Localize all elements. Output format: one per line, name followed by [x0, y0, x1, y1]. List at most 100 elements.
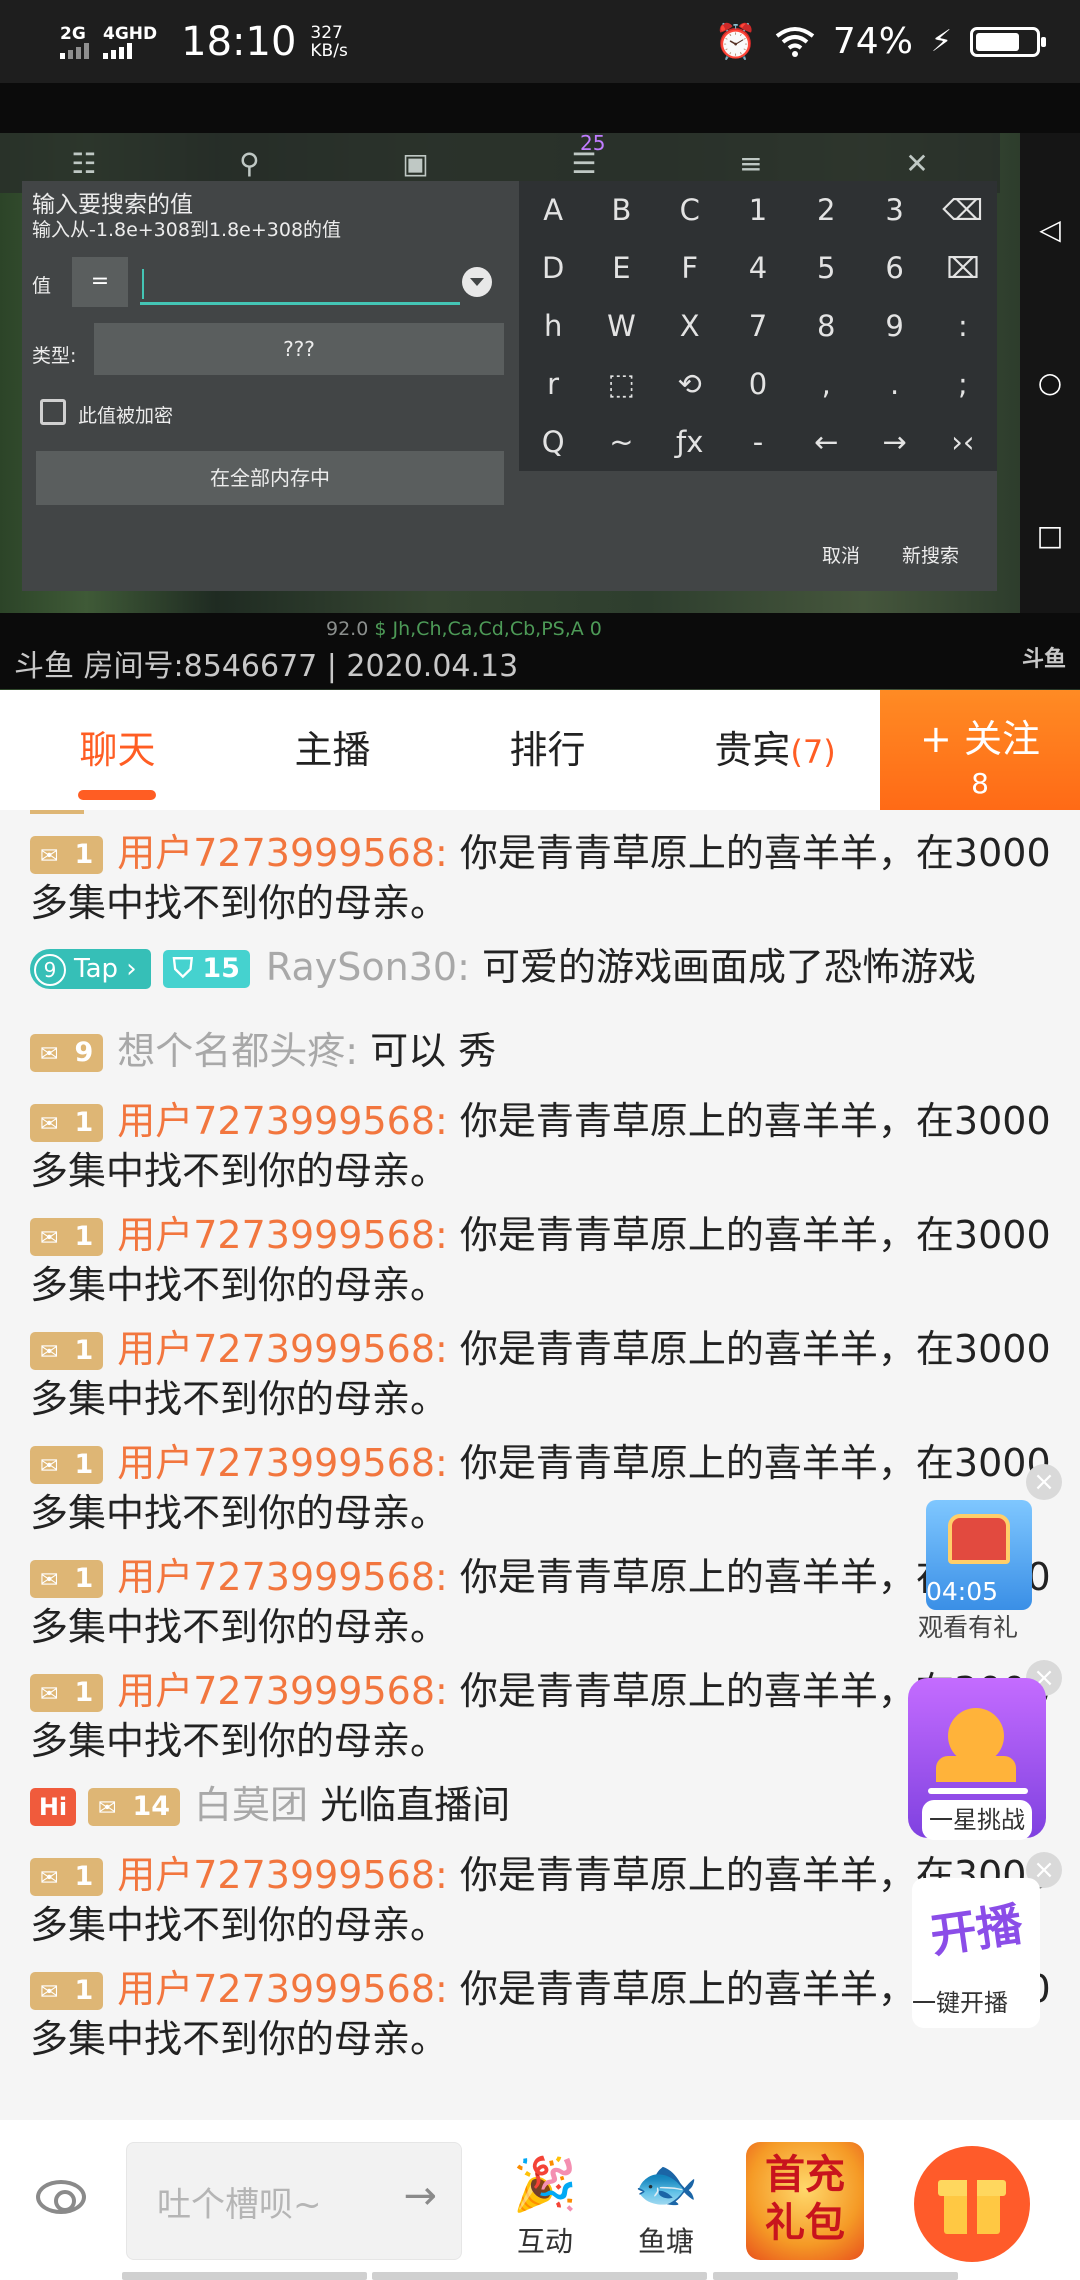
video-player[interactable]: ☷ ⚲ ▣ 25 ☰ ≡ ✕ ◁ ○ □ 输入要搜索的值 输入从-1.8e+30…	[0, 83, 1080, 690]
keypad-key[interactable]: A	[519, 181, 587, 239]
keypad-key[interactable]: ⬚	[587, 355, 655, 413]
chat-message[interactable]: ✉ 1 用户7273999568: 你是青青草原上的喜羊羊，在3000多集中找不到你…	[30, 1964, 1055, 2064]
tab-ranking[interactable]: 排行	[470, 690, 625, 810]
keypad-key[interactable]: 7	[724, 297, 792, 355]
chat-message[interactable]: ✉ 1 用户7273999568: 你是青青草原上的喜羊羊，在3000多集中找不到你…	[30, 1666, 1055, 1766]
chat-message[interactable]: ✉ 1 用户7273999568: 你是青青草原上的喜羊羊，在3000多集中找不到你…	[30, 1210, 1055, 1310]
broadcast-label: 一键开播	[912, 1989, 1008, 2017]
watch-reward-widget[interactable]: 04:05	[926, 1500, 1032, 1610]
keypad-key[interactable]: -	[724, 413, 792, 471]
keypad-key[interactable]: 5	[792, 239, 860, 297]
chat-message[interactable]: Hi ✉ 14 白莫团 光临直播间	[30, 1780, 1055, 1830]
chat-username[interactable]: 用户7273999568:	[117, 831, 448, 875]
level-value: 1	[74, 839, 94, 870]
save-icon[interactable]: ▣	[402, 147, 428, 180]
keypad-key[interactable]: r	[519, 355, 587, 413]
close-chest-icon[interactable]: ×	[1026, 1464, 1062, 1500]
first-recharge-gift-button[interactable]: 首充 礼包	[746, 2142, 864, 2260]
keypad-key[interactable]: ,	[792, 355, 860, 413]
keypad-key[interactable]: 9	[860, 297, 928, 355]
keypad-key[interactable]: .	[860, 355, 928, 413]
chat-input[interactable]: 吐个槽呗~ →	[126, 2142, 462, 2260]
cancel-button[interactable]: 取消	[822, 541, 860, 568]
active-tab-indicator	[78, 790, 156, 800]
chat-username[interactable]: 想个名都头疼:	[117, 1029, 358, 1073]
keypad-key[interactable]: ⟲	[656, 355, 724, 413]
one-click-broadcast-widget[interactable]: 开播 一键开播	[912, 1878, 1040, 2028]
chat-username[interactable]: 用户7273999568:	[117, 1669, 448, 1713]
chat-message[interactable]: ✉ 1 用户7273999568: 你是青青草原上的喜羊羊，在3000多集中找不到你…	[30, 1324, 1055, 1424]
send-arrow-icon[interactable]: →	[403, 2173, 437, 2219]
chat-username[interactable]: 白莫团	[194, 1783, 308, 1827]
keypad-key[interactable]: ⌧	[929, 239, 997, 297]
search-icon[interactable]: ⚲	[239, 147, 260, 180]
signal-indicator-1: 2G	[60, 25, 89, 59]
chat-message[interactable]: ✉ 1 用户7273999568: 你是青青草原上的喜羊羊，在3000多集中找不到你…	[30, 1552, 1055, 1652]
chat-username[interactable]: RaySon30:	[266, 945, 470, 989]
encrypted-checkbox[interactable]	[40, 399, 66, 425]
keypad-key[interactable]: D	[519, 239, 587, 297]
level-value: 1	[74, 1975, 94, 2006]
keypad-key[interactable]: ›‹	[929, 413, 997, 471]
keypad-key[interactable]: ⌫	[929, 181, 997, 239]
tab-vip[interactable]: 贵宾(7)	[680, 690, 870, 810]
keypad-key[interactable]: h	[519, 297, 587, 355]
operator-button[interactable]: =	[72, 257, 128, 307]
chat-message[interactable]: ✉ 1 用户7273999568: 你是青青草原上的喜羊羊，在3000多集中找不到你…	[30, 1096, 1055, 1196]
keypad-key[interactable]: F	[656, 239, 724, 297]
interact-button[interactable]: 🎉 互动	[505, 2150, 585, 2260]
back-icon[interactable]: ◁	[1039, 213, 1061, 246]
eye-icon[interactable]	[36, 2180, 86, 2214]
keypad-key[interactable]: 3	[860, 181, 928, 239]
chat-username[interactable]: 用户7273999568:	[117, 1853, 448, 1897]
menu-icon[interactable]: ≡	[739, 147, 762, 180]
keypad-key[interactable]: C	[656, 181, 724, 239]
broadcast-logo: 开播	[927, 1896, 1026, 1964]
keypad-key[interactable]: ←	[792, 413, 860, 471]
keypad-key[interactable]: ;	[929, 355, 997, 413]
chat-username[interactable]: 用户7273999568:	[117, 1441, 448, 1485]
keypad-key[interactable]: ƒx	[656, 413, 724, 471]
chat-message[interactable]: ✉ 1 用户7273999568: 你是青青草原上的喜羊羊，在3000多集中找不到你…	[30, 1438, 1055, 1538]
keypad-key[interactable]: :	[929, 297, 997, 355]
keypad-key[interactable]: W	[587, 297, 655, 355]
keypad-key[interactable]: 4	[724, 239, 792, 297]
recents-icon[interactable]: □	[1037, 519, 1063, 552]
keypad-key[interactable]: 1	[724, 181, 792, 239]
chat-message[interactable]: ✉ 1 用户7273999568: 你是青青草原上的喜羊羊，在3000多集中找不到你…	[30, 1850, 1055, 1950]
status-icons: ⏰ 74% ⚡	[715, 21, 1046, 62]
keypad-key[interactable]: X	[656, 297, 724, 355]
keypad-key[interactable]: 6	[860, 239, 928, 297]
follow-button[interactable]: + 关注 8	[880, 690, 1080, 810]
keypad-key[interactable]: ~	[587, 413, 655, 471]
level-value: 1	[74, 1107, 94, 1138]
value-input[interactable]	[140, 259, 460, 305]
history-dropdown-icon[interactable]	[462, 267, 492, 297]
keypad-key[interactable]: 2	[792, 181, 860, 239]
fishpond-button[interactable]: 🐟 鱼塘	[626, 2150, 706, 2260]
chat-username[interactable]: 用户7273999568:	[117, 1327, 448, 1371]
chat-username[interactable]: 用户7273999568:	[117, 1213, 448, 1257]
keypad-key[interactable]: E	[587, 239, 655, 297]
chat-username[interactable]: 用户7273999568:	[117, 1967, 448, 2011]
teal-level-value: 15	[202, 953, 240, 984]
sliders-icon[interactable]: ☷	[71, 147, 96, 180]
keypad-key[interactable]: 8	[792, 297, 860, 355]
type-select[interactable]: ???	[94, 323, 504, 375]
chat-username[interactable]: 用户7273999568:	[117, 1555, 448, 1599]
chat-message[interactable]: ✉ 9 想个名都头疼: 可以 秀	[30, 1026, 1055, 1076]
gift-button[interactable]	[914, 2146, 1030, 2262]
tab-streamer[interactable]: 主播	[255, 690, 410, 810]
keypad-key[interactable]: B	[587, 181, 655, 239]
chat-username[interactable]: 用户7273999568:	[117, 1099, 448, 1143]
close-icon[interactable]: ✕	[905, 147, 928, 180]
keypad-key[interactable]: 0	[724, 355, 792, 413]
home-icon[interactable]: ○	[1038, 366, 1062, 399]
level-badge: ✉ 1	[30, 1674, 104, 1712]
keypad-key[interactable]: Q	[519, 413, 587, 471]
chat-message[interactable]: 9 Tap › ⛉ 15 RaySon30: 可爱的游戏画面成了恐怖游戏	[30, 942, 1055, 992]
keypad-key[interactable]: →	[860, 413, 928, 471]
new-search-button[interactable]: 新搜索	[902, 541, 959, 568]
chat-message[interactable]: ✉ 1 用户7273999568: 你是青青草原上的喜羊羊，在3000多集中找不到你…	[30, 828, 1055, 928]
memory-scope-button[interactable]: 在全部内存中	[36, 451, 504, 505]
